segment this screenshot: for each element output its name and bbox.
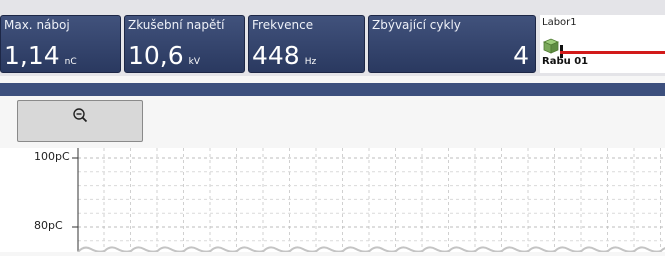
y-tick-label-100: 100pC bbox=[34, 150, 70, 163]
max-charge-tile: Max. náboj 1,14 nC bbox=[0, 15, 121, 73]
trace-outline bbox=[77, 246, 665, 253]
chart-canvas bbox=[72, 148, 665, 253]
zoom-out-icon bbox=[73, 108, 88, 123]
remaining-cycles-tile: Zbývající cykly 4 bbox=[368, 15, 536, 73]
max-charge-label: Max. náboj bbox=[4, 18, 70, 32]
test-voltage-value: 10,6 kV bbox=[128, 41, 201, 70]
remaining-cycles-value: 4 bbox=[513, 41, 529, 70]
test-voltage-label: Zkušební napětí bbox=[128, 18, 225, 32]
cable-line bbox=[560, 51, 665, 54]
device-stack-icon bbox=[542, 38, 560, 58]
max-charge-value: 1,14 nC bbox=[4, 41, 77, 70]
y-tick-label-80: 80pC bbox=[34, 219, 63, 232]
labor-panel[interactable]: Labor1 Rabu 01 bbox=[540, 15, 665, 73]
zoom-out-button[interactable] bbox=[17, 100, 143, 142]
frequency-label: Frekvence bbox=[252, 18, 314, 32]
labor-title: Labor1 bbox=[542, 17, 577, 28]
status-bar: Max. náboj 1,14 nC Zkušební napětí 10,6 kV… bbox=[0, 0, 665, 76]
remaining-cycles-label: Zbývající cykly bbox=[372, 18, 461, 32]
device-name: Rabu 01 bbox=[542, 56, 589, 67]
toolbar-header bbox=[0, 83, 665, 96]
frequency-value: 448 Hz bbox=[252, 41, 317, 70]
test-voltage-tile: Zkušební napětí 10,6 kV bbox=[124, 15, 245, 73]
frequency-tile: Frekvence 448 Hz bbox=[248, 15, 365, 73]
pd-chart: 100pC 80pC bbox=[0, 148, 665, 253]
